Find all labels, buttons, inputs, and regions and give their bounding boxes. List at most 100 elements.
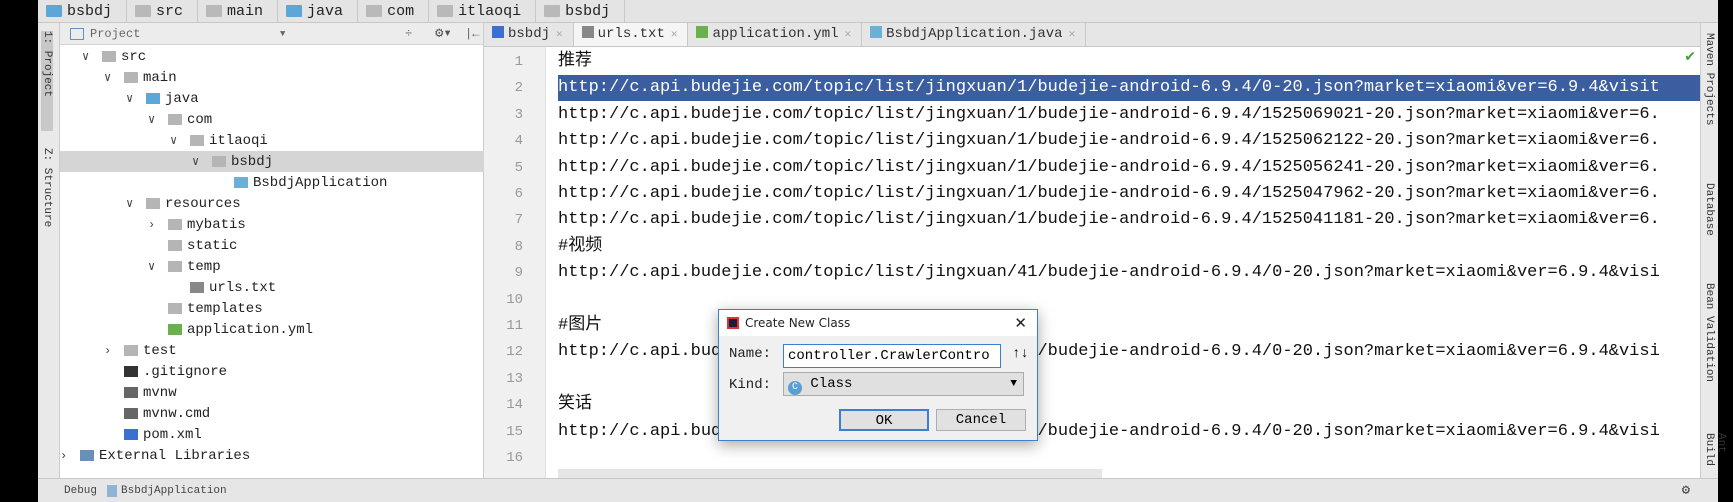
gear-icon[interactable]: ⚙▾ bbox=[435, 25, 452, 42]
run-config-tab[interactable]: BsbdjApplication bbox=[121, 485, 227, 497]
close-tab-icon[interactable]: ✕ bbox=[1069, 29, 1076, 41]
chevron-right-icon[interactable]: › bbox=[148, 218, 155, 232]
chevron-down-icon[interactable]: ∨ bbox=[104, 70, 111, 85]
breadcrumb-item[interactable]: bsbdj bbox=[536, 0, 626, 22]
file-icon bbox=[124, 408, 138, 419]
code-line[interactable]: #图片 bbox=[558, 313, 602, 339]
breadcrumb-item[interactable]: com bbox=[358, 0, 430, 22]
close-icon[interactable]: ✕ bbox=[1014, 314, 1027, 332]
breadcrumb-label: itlaoqi bbox=[458, 2, 522, 20]
close-tab-icon[interactable]: ✕ bbox=[671, 29, 678, 41]
sort-arrows-icon[interactable]: ↑↓ bbox=[1012, 346, 1029, 362]
hide-panel-icon[interactable]: |← bbox=[465, 27, 479, 41]
tree-item[interactable]: ∨ java bbox=[60, 88, 484, 109]
tree-item[interactable]: mvnw bbox=[60, 382, 484, 403]
tree-item[interactable]: ∨ main bbox=[60, 67, 484, 88]
tab-label: application.yml bbox=[712, 26, 839, 42]
structure-tool-button[interactable]: Z: Structure bbox=[41, 148, 53, 227]
breadcrumb-label: java bbox=[307, 2, 344, 20]
tree-item[interactable]: static bbox=[60, 235, 484, 256]
tree-item[interactable]: ∨ src bbox=[60, 46, 484, 67]
cancel-button[interactable]: Cancel bbox=[936, 409, 1026, 431]
ok-button[interactable]: OK bbox=[839, 409, 929, 431]
tree-item[interactable]: BsbdjApplication bbox=[60, 172, 484, 193]
editor-tab[interactable]: BsbdjApplication.java ✕ bbox=[862, 23, 1087, 46]
editor-tabs: bsbdj ✕ urls.txt ✕ application.yml ✕ BsbdjAppl… bbox=[484, 23, 1700, 47]
tree-item[interactable]: mvnw.cmd bbox=[60, 403, 484, 424]
breadcrumb-item[interactable]: main bbox=[198, 0, 279, 22]
code-line[interactable]: http://c.api.budejie.com/topic/list/jing… bbox=[558, 102, 1660, 128]
project-tool-button[interactable]: 1: Project bbox=[41, 31, 53, 131]
chevron-right-icon[interactable]: › bbox=[104, 344, 111, 358]
tree-item[interactable]: › External Libraries bbox=[60, 445, 484, 466]
tree-item-label: static bbox=[187, 237, 238, 254]
code-line[interactable]: http://c.api.budejie.com/topic/list/jing… bbox=[558, 128, 1660, 154]
tree-item[interactable]: ∨ itlaoqi bbox=[60, 130, 484, 151]
folder-icon bbox=[168, 240, 182, 251]
code-line[interactable]: 笑话 bbox=[558, 392, 592, 418]
tree-item[interactable]: ∨ temp bbox=[60, 256, 484, 277]
folder-icon bbox=[135, 5, 152, 17]
editor-tab[interactable]: bsbdj ✕ bbox=[484, 23, 574, 46]
no-errors-check-icon: ✔ bbox=[1684, 49, 1696, 65]
project-view-selector[interactable]: Project bbox=[90, 27, 140, 41]
chevron-down-icon[interactable]: ∨ bbox=[170, 133, 177, 148]
tree-item[interactable]: pom.xml bbox=[60, 424, 484, 445]
tree-item-label: resources bbox=[165, 195, 241, 212]
breadcrumb-item[interactable]: java bbox=[278, 0, 359, 22]
chevron-down-icon[interactable]: ∨ bbox=[192, 154, 199, 169]
run-config-icon bbox=[107, 484, 118, 497]
tree-item-label: temp bbox=[187, 258, 221, 275]
bean-validation-tool-button[interactable]: Bean Validation bbox=[1703, 283, 1715, 382]
code-line[interactable]: http://c.api.budejie.com/topic/list/jing… bbox=[558, 207, 1660, 233]
kind-select[interactable]: C Class ▼ bbox=[783, 372, 1024, 396]
tree-item[interactable]: urls.txt bbox=[60, 277, 484, 298]
chevron-down-icon[interactable]: ∨ bbox=[148, 112, 155, 127]
chevron-down-icon[interactable]: ∨ bbox=[82, 49, 89, 64]
chevron-right-icon[interactable]: › bbox=[60, 449, 67, 463]
tree-item[interactable]: ∨ resources bbox=[60, 193, 484, 214]
editor-tab[interactable]: urls.txt ✕ bbox=[573, 23, 689, 46]
code-line[interactable]: http://c.api.budejie.com/topic/list/jing… bbox=[558, 75, 1700, 102]
ant-build-tool-button[interactable]: Ant Build bbox=[1703, 433, 1727, 478]
tree-item[interactable]: › test bbox=[60, 340, 484, 361]
settings-gear-icon[interactable]: ⚙ bbox=[1682, 482, 1690, 499]
collapse-all-icon[interactable]: ÷ bbox=[405, 27, 412, 41]
text-file-icon bbox=[190, 282, 204, 293]
project-panel: Project ▼ ÷ ⚙▾ |← ∨ src ∨ main ∨ java ∨ com ∨ itl… bbox=[60, 23, 484, 478]
tree-item[interactable]: application.yml bbox=[60, 319, 484, 340]
breadcrumb-item[interactable]: bsbdj bbox=[38, 0, 128, 22]
code-line[interactable]: http://c.api.budejie.com/topic/list/jing… bbox=[558, 181, 1660, 207]
tree-item[interactable]: ∨ bsbdj bbox=[60, 151, 484, 172]
code-line[interactable]: 推荐 bbox=[558, 49, 592, 75]
code-area[interactable]: 推荐 http://c.api.budejie.com/topic/list/ji… bbox=[484, 47, 1700, 478]
code-line[interactable]: http://c.api.budejie.com/topic/list/jing… bbox=[558, 260, 1660, 286]
close-tab-icon[interactable]: ✕ bbox=[556, 29, 563, 41]
tree-item[interactable]: ∨ com bbox=[60, 109, 484, 130]
name-label: Name: bbox=[729, 346, 772, 362]
folder-icon bbox=[168, 261, 182, 272]
editor-tab[interactable]: application.yml ✕ bbox=[688, 23, 863, 46]
tree-item[interactable]: templates bbox=[60, 298, 484, 319]
right-tool-strip: Maven Projects Database Bean Validation … bbox=[1700, 23, 1727, 478]
folder-icon bbox=[168, 303, 182, 314]
tree-item-label: mvnw bbox=[143, 384, 177, 401]
database-tool-button[interactable]: Database bbox=[1703, 183, 1715, 236]
tree-item[interactable]: › mybatis bbox=[60, 214, 484, 235]
chevron-down-icon[interactable]: ∨ bbox=[126, 196, 133, 211]
chevron-down-icon[interactable]: ∨ bbox=[126, 91, 133, 106]
close-tab-icon[interactable]: ✕ bbox=[845, 29, 852, 41]
libraries-icon bbox=[80, 450, 94, 461]
tab-label: urls.txt bbox=[597, 26, 665, 42]
chevron-down-icon[interactable]: ∨ bbox=[148, 259, 155, 274]
breadcrumb-item[interactable]: itlaoqi bbox=[429, 0, 537, 22]
code-line[interactable]: #视频 bbox=[558, 234, 602, 260]
code-line[interactable]: http://c.api.budejie.com/topic/list/jing… bbox=[558, 155, 1660, 181]
tree-item-label: templates bbox=[187, 300, 263, 317]
dropdown-icon[interactable]: ▼ bbox=[280, 29, 285, 39]
breadcrumb-item[interactable]: src bbox=[127, 0, 199, 22]
class-name-input[interactable]: controller.CrawlerContro bbox=[783, 344, 1001, 368]
tree-item[interactable]: .gitignore bbox=[60, 361, 484, 382]
maven-projects-tool-button[interactable]: Maven Projects bbox=[1703, 33, 1715, 125]
debug-tab[interactable]: Debug bbox=[64, 485, 97, 497]
